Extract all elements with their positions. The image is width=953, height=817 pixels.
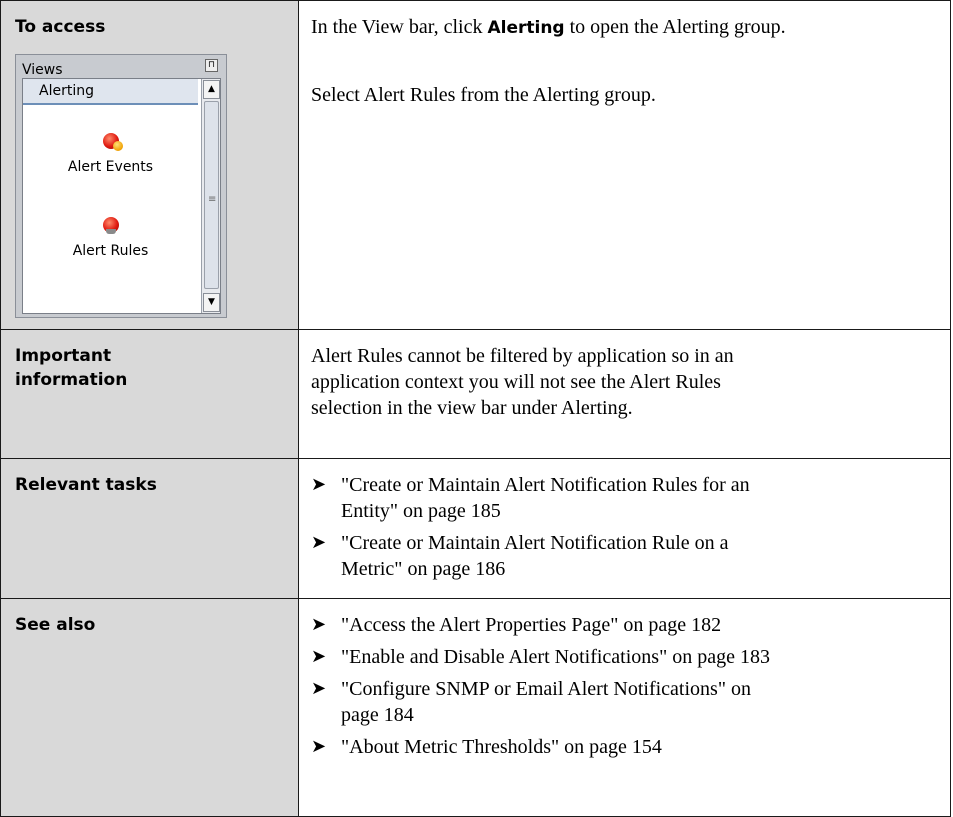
- heading-to-access: To access Views ⊓ Alerting Alert Events …: [0, 0, 299, 330]
- heading-important-l1: Important: [15, 346, 112, 366]
- heading-important-information: Important information: [0, 329, 299, 459]
- important-text-l1: Alert Rules cannot be filtered by applic…: [311, 345, 734, 367]
- pin-icon[interactable]: ⊓: [205, 59, 218, 72]
- info-table: To access Views ⊓ Alerting Alert Events …: [0, 0, 951, 817]
- row-to-access: To access Views ⊓ Alerting Alert Events …: [0, 0, 951, 330]
- see-also-link[interactable]: ➤ "About Metric Thresholds" on page 154: [311, 734, 936, 760]
- row-important-information: Important information Alert Rules cannot…: [0, 329, 951, 459]
- task-link-l2[interactable]: Metric" on page 186: [341, 556, 936, 582]
- important-text-l2: application context you will not see the…: [311, 371, 721, 393]
- relevant-tasks-list: ➤ "Create or Maintain Alert Notification…: [311, 472, 936, 582]
- heading-relevant-tasks: Relevant tasks: [0, 458, 299, 599]
- bullet-arrow-icon: ➤: [311, 646, 327, 667]
- grip-icon: ≡: [208, 194, 217, 205]
- views-panel: Views ⊓ Alerting Alert Events Alert Rule…: [15, 54, 227, 318]
- see-also-link-l1[interactable]: "Access the Alert Properties Page" on pa…: [341, 612, 936, 638]
- task-link[interactable]: ➤ "Create or Maintain Alert Notification…: [311, 530, 936, 582]
- see-also-link[interactable]: ➤ "Configure SNMP or Email Alert Notific…: [311, 676, 936, 728]
- important-body: Alert Rules cannot be filtered by applic…: [298, 329, 951, 459]
- scroll-down-icon[interactable]: ▼: [203, 293, 220, 312]
- views-scrollbar[interactable]: ▲ ≡ ▼: [201, 79, 220, 313]
- heading-see-also: See also: [0, 598, 299, 817]
- scroll-thumb[interactable]: ≡: [204, 101, 219, 289]
- heading-to-access-text: To access: [15, 17, 106, 37]
- to-access-line1: In the View bar, click Alerting to open …: [311, 14, 936, 41]
- to-access-line2: Select Alert Rules from the Alerting gro…: [311, 84, 656, 106]
- alert-rules-item[interactable]: Alert Rules: [23, 217, 198, 263]
- bullet-arrow-icon: ➤: [311, 474, 327, 495]
- see-also-link[interactable]: ➤ "Enable and Disable Alert Notification…: [311, 644, 936, 670]
- bullet-arrow-icon: ➤: [311, 532, 327, 553]
- important-text-l3: selection in the view bar under Alerting…: [311, 397, 633, 419]
- row-see-also: See also ➤ "Access the Alert Properties …: [0, 598, 951, 817]
- row-relevant-tasks: Relevant tasks ➤ "Create or Maintain Ale…: [0, 458, 951, 599]
- scroll-up-icon[interactable]: ▲: [203, 80, 220, 99]
- alert-events-item[interactable]: Alert Events: [23, 133, 198, 179]
- task-link-l2[interactable]: Entity" on page 185: [341, 498, 936, 524]
- bullet-arrow-icon: ➤: [311, 678, 327, 699]
- heading-important-l2: information: [15, 370, 128, 390]
- alert-events-label: Alert Events: [67, 159, 154, 175]
- bullet-arrow-icon: ➤: [311, 614, 327, 635]
- views-panel-content: Alerting Alert Events Alert Rules ▲ ≡ ▼: [22, 78, 221, 314]
- alerting-group-header[interactable]: Alerting: [23, 79, 198, 105]
- to-access-line1-post: to open the Alerting group.: [564, 16, 786, 38]
- to-access-line1-pre: In the View bar, click: [311, 16, 488, 38]
- alert-rules-icon: [102, 217, 119, 234]
- alerting-bold: Alerting: [487, 18, 565, 38]
- see-also-link-l2[interactable]: page 184: [341, 702, 936, 728]
- to-access-body: In the View bar, click Alerting to open …: [298, 0, 951, 330]
- see-also-link-l1[interactable]: "About Metric Thresholds" on page 154: [341, 734, 936, 760]
- task-link-l1[interactable]: "Create or Maintain Alert Notification R…: [341, 472, 936, 498]
- see-also-link-l1[interactable]: "Enable and Disable Alert Notifications"…: [341, 644, 936, 670]
- see-also-list: ➤ "Access the Alert Properties Page" on …: [311, 612, 936, 760]
- alert-events-icon: [102, 133, 123, 151]
- see-also-link-l1[interactable]: "Configure SNMP or Email Alert Notificat…: [341, 676, 936, 702]
- task-link[interactable]: ➤ "Create or Maintain Alert Notification…: [311, 472, 936, 524]
- see-also-body: ➤ "Access the Alert Properties Page" on …: [298, 598, 951, 817]
- bullet-arrow-icon: ➤: [311, 736, 327, 757]
- alert-rules-label: Alert Rules: [72, 243, 149, 259]
- task-link-l1[interactable]: "Create or Maintain Alert Notification R…: [341, 530, 936, 556]
- relevant-tasks-body: ➤ "Create or Maintain Alert Notification…: [298, 458, 951, 599]
- see-also-link[interactable]: ➤ "Access the Alert Properties Page" on …: [311, 612, 936, 638]
